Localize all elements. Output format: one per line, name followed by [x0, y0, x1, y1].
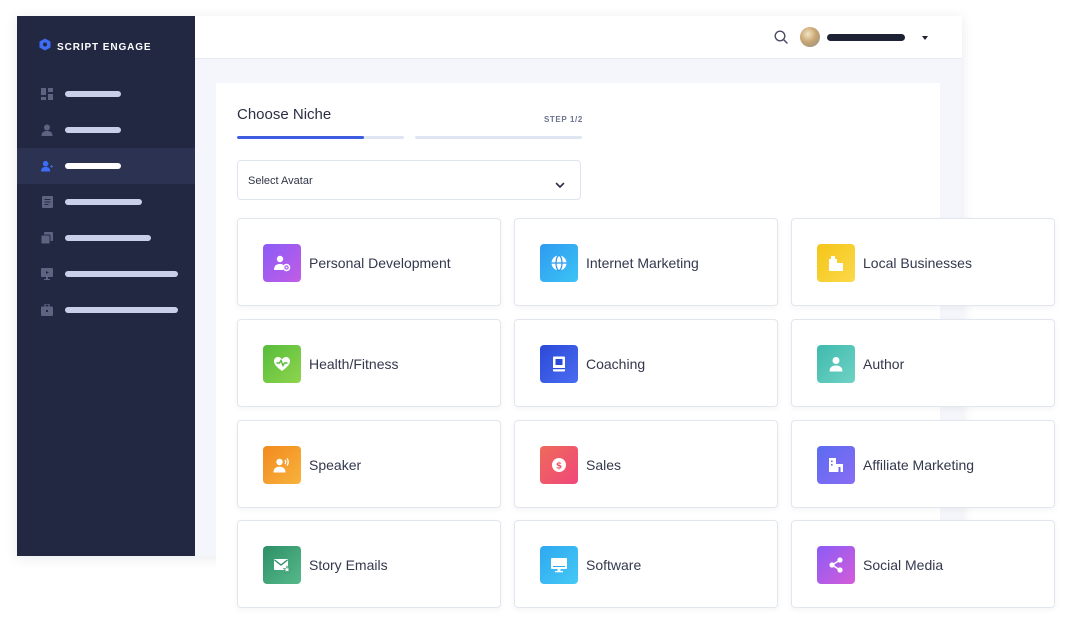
niche-label: Affiliate Marketing	[863, 457, 975, 473]
niche-label: Coaching	[586, 356, 646, 372]
add-user-icon	[41, 160, 53, 172]
sidebar-item-label	[65, 91, 121, 97]
page-title: Choose Niche	[237, 106, 332, 123]
sidebar-item-copy[interactable]	[17, 220, 195, 256]
document-icon	[41, 196, 53, 208]
dashboard-icon	[41, 88, 53, 100]
briefcase-icon	[41, 304, 53, 316]
niche-card-health-fitness[interactable]: Health/Fitness	[237, 319, 501, 407]
sidebar-item-document[interactable]	[17, 184, 195, 220]
sidebar-item-dashboard[interactable]	[17, 76, 195, 112]
niche-label: Author	[863, 356, 905, 372]
sidebar-item-briefcase[interactable]	[17, 292, 195, 328]
niche-card-social-media[interactable]: Social Media	[791, 520, 1055, 608]
sidebar: SCRIPT ENGAGE	[17, 16, 195, 556]
hexagon-logo-icon	[39, 38, 51, 56]
niche-card-author[interactable]: Author	[791, 319, 1055, 407]
avatar-select[interactable]: Select Avatar	[237, 160, 581, 200]
person-icon	[817, 345, 855, 383]
search-icon[interactable]	[774, 30, 788, 49]
niche-card-local-businesses[interactable]: Local Businesses	[791, 218, 1055, 306]
sidebar-item-label	[65, 307, 178, 313]
sidebar-item-label	[65, 271, 178, 277]
dollar-coin-icon: $	[540, 446, 578, 484]
niche-label: Sales	[586, 457, 622, 473]
sidebar-item-presentation[interactable]	[17, 256, 195, 292]
user-gear-icon	[263, 244, 301, 282]
user-icon	[41, 124, 53, 136]
niche-card-speaker[interactable]: Speaker	[237, 420, 501, 508]
mail-star-icon	[263, 546, 301, 584]
sidebar-item-label	[65, 235, 151, 241]
sidebar-item-label	[65, 199, 142, 205]
share-icon	[817, 546, 855, 584]
niche-label: Software	[586, 557, 642, 573]
niche-label: Personal Development	[309, 255, 451, 271]
niche-card-internet-marketing[interactable]: Internet Marketing	[514, 218, 778, 306]
caret-down-icon[interactable]	[922, 36, 928, 40]
niche-label: Social Media	[863, 557, 944, 573]
svg-text:$: $	[556, 462, 562, 472]
niche-card-personal-development[interactable]: Personal Development	[237, 218, 501, 306]
monitor-icon	[540, 546, 578, 584]
niche-card-affiliate-marketing[interactable]: Affiliate Marketing	[791, 420, 1055, 508]
heart-pulse-icon	[263, 345, 301, 383]
chevron-down-icon	[555, 176, 565, 194]
avatar-select-placeholder: Select Avatar	[248, 175, 313, 187]
brand-logo[interactable]: SCRIPT ENGAGE	[39, 38, 152, 56]
niche-card-sales[interactable]: $ Sales	[514, 420, 778, 508]
niche-card-software[interactable]: Software	[514, 520, 778, 608]
progress-fill	[237, 136, 364, 139]
avatar[interactable]	[800, 27, 820, 47]
niche-label: Health/Fitness	[309, 356, 399, 372]
niche-label: Internet Marketing	[586, 255, 699, 271]
sidebar-item-add-user[interactable]	[17, 148, 195, 184]
progress-step-2	[415, 136, 582, 139]
sidebar-item-user[interactable]	[17, 112, 195, 148]
niche-label: Speaker	[309, 457, 362, 473]
user-name[interactable]	[827, 34, 905, 41]
sidebar-item-label	[65, 163, 121, 169]
niche-label: Local Businesses	[863, 255, 972, 271]
speaker-person-icon	[263, 446, 301, 484]
niche-label: Story Emails	[309, 557, 388, 573]
sidebar-item-label	[65, 127, 121, 133]
building-icon	[817, 244, 855, 282]
step-indicator: STEP 1/2	[544, 115, 583, 124]
niche-card-coaching[interactable]: Coaching	[514, 319, 778, 407]
presentation-icon	[41, 268, 53, 280]
niche-card-story-emails[interactable]: Story Emails	[237, 520, 501, 608]
globe-icon	[540, 244, 578, 282]
progress-step-1	[237, 136, 404, 139]
copy-icon	[41, 232, 53, 244]
top-bar	[195, 16, 962, 59]
book-icon	[540, 345, 578, 383]
brand-name: SCRIPT ENGAGE	[57, 41, 152, 53]
office-building-icon	[817, 446, 855, 484]
